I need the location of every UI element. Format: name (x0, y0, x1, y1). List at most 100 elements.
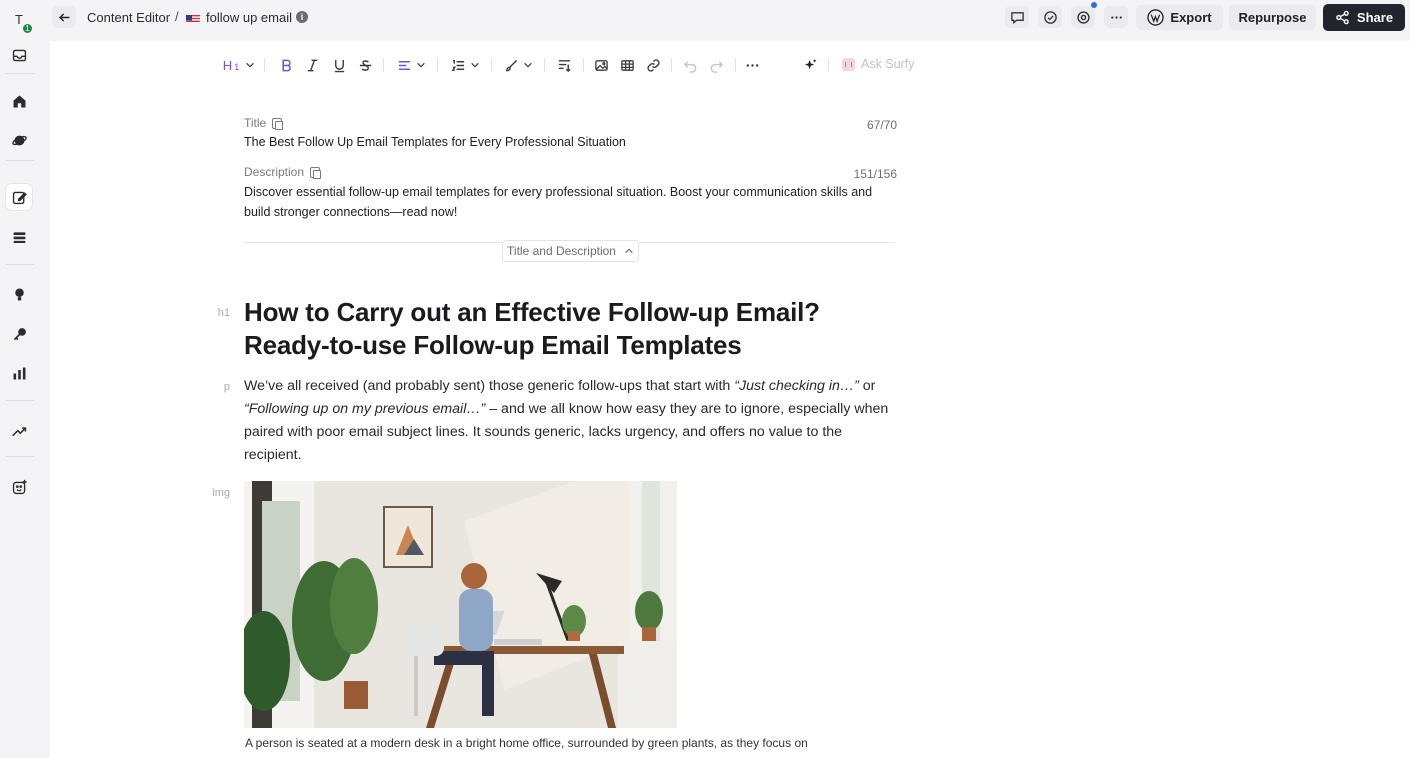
ask-surfy-button[interactable]: Ask Surfy (842, 57, 915, 71)
toolbar-divider (264, 58, 265, 72)
ask-surfy-label: Ask Surfy (861, 57, 915, 71)
description-field[interactable]: Discover essential follow-up email templ… (244, 182, 900, 222)
info-icon[interactable]: i (296, 11, 308, 23)
copy-icon[interactable] (272, 117, 284, 130)
sidebar-divider (6, 73, 34, 74)
link-icon (646, 58, 660, 72)
redo-button[interactable] (706, 53, 726, 77)
home-icon[interactable] (6, 88, 32, 114)
share-button[interactable]: Share (1323, 4, 1405, 31)
share-label: Share (1356, 10, 1394, 25)
redo-icon (710, 60, 723, 73)
more-icon[interactable] (1104, 6, 1128, 28)
us-flag-icon (186, 12, 200, 22)
toolbar-divider (583, 58, 584, 72)
smile-plus-icon[interactable] (6, 474, 32, 500)
back-button[interactable] (52, 6, 76, 28)
bold-button[interactable] (276, 53, 296, 77)
layers-icon[interactable] (6, 224, 32, 250)
italic-icon (307, 59, 317, 71)
planet-icon[interactable] (6, 127, 32, 153)
title-label-text: Title (244, 116, 267, 130)
trending-icon[interactable] (6, 418, 32, 444)
breadcrumb-root[interactable]: Content Editor (87, 10, 170, 25)
image-caption[interactable]: A person is seated at a modern desk in a… (245, 736, 810, 750)
check-circle-icon[interactable] (1038, 6, 1062, 28)
undo-icon (683, 60, 696, 73)
insert-image-button[interactable] (591, 53, 611, 77)
more-icon (746, 63, 758, 67)
title-counter: 67/70 (866, 118, 897, 132)
strikethrough-button[interactable] (355, 53, 375, 77)
office-photo (244, 481, 677, 728)
paragraph-text: We’ve all received (and probably sent) t… (244, 378, 735, 394)
description-counter: 151/156 (853, 167, 897, 181)
comment-icon[interactable] (1005, 6, 1029, 28)
sparkle-icon (804, 58, 817, 69)
edit-document-icon[interactable] (6, 184, 32, 210)
copy-icon[interactable] (310, 166, 322, 179)
toggle-label: Title and Description (507, 244, 616, 258)
block-tag-h1: h1 (217, 307, 230, 319)
sidebar: T 1 (0, 0, 40, 758)
formatting-toolbar: H1 Ask Surfy (222, 53, 922, 77)
breadcrumb-separator: / (175, 9, 179, 24)
line-height-icon (558, 59, 571, 72)
document-name[interactable]: follow up email (206, 10, 292, 25)
block-tag-p: p (223, 381, 230, 393)
title-description-toggle[interactable]: Title and Description (502, 240, 639, 262)
heading-level: 1 (234, 62, 240, 72)
table-icon (620, 59, 634, 71)
underline-button[interactable] (329, 53, 349, 77)
wordpress-icon (1147, 9, 1165, 26)
toolbar-divider (671, 58, 672, 72)
list-dropdown[interactable] (448, 53, 482, 77)
image-icon (594, 59, 608, 71)
chevron-down-icon (246, 62, 254, 68)
editor-canvas: H1 Ask Surfy Title 67/70 The Best Follow… (50, 41, 1410, 758)
more-options-button[interactable] (742, 53, 762, 77)
sidebar-divider (6, 456, 34, 457)
bar-chart-icon[interactable] (6, 360, 32, 386)
title-field[interactable]: The Best Follow Up Email Templates for E… (244, 132, 844, 152)
chevron-down-icon (523, 62, 532, 68)
toolbar-divider (491, 58, 492, 72)
insert-link-button[interactable] (643, 53, 663, 77)
underline-icon (334, 59, 344, 72)
italic-button[interactable] (302, 53, 322, 77)
repurpose-button[interactable]: Repurpose (1229, 5, 1316, 30)
line-height-button[interactable] (554, 53, 574, 77)
inbox-icon[interactable] (6, 42, 32, 68)
app-window: T 1 Content Editor / follow up email i E… (0, 0, 1410, 758)
export-label: Export (1170, 10, 1212, 25)
chevron-down-icon (470, 62, 479, 68)
toolbar-divider (735, 58, 736, 72)
key-icon[interactable] (6, 321, 32, 347)
paragraph-text: or (858, 378, 876, 394)
document-paragraph[interactable]: We’ve all received (and probably sent) t… (244, 375, 894, 467)
top-bar: Content Editor / follow up email i Expor… (40, 0, 1410, 34)
export-button[interactable]: Export (1136, 5, 1223, 30)
toolbar-divider (544, 58, 545, 72)
paragraph-emphasis: “Just checking in…” (734, 378, 859, 394)
description-label-text: Description (244, 165, 305, 179)
ai-sparkle-button[interactable] (800, 53, 820, 77)
heading-label: H (222, 57, 233, 73)
align-dropdown[interactable] (394, 53, 428, 77)
lightbulb-icon[interactable] (6, 281, 32, 307)
strikethrough-icon (359, 59, 371, 71)
bold-icon (281, 59, 291, 71)
surfy-icon (842, 57, 855, 71)
avatar-badge: 1 (22, 23, 33, 34)
article-image[interactable] (244, 481, 677, 728)
heading-dropdown[interactable]: H1 (222, 53, 256, 77)
undo-button[interactable] (680, 53, 700, 77)
description-label: Description (244, 165, 322, 179)
document-heading[interactable]: How to Carry out an Effective Follow-up … (244, 296, 904, 362)
sidebar-divider (6, 264, 34, 265)
paragraph-emphasis: “Following up on my previous email…” (244, 401, 486, 417)
highlight-dropdown[interactable] (501, 53, 535, 77)
insert-table-button[interactable] (617, 53, 637, 77)
settings-icon[interactable] (1071, 6, 1095, 28)
repurpose-label: Repurpose (1238, 10, 1307, 25)
